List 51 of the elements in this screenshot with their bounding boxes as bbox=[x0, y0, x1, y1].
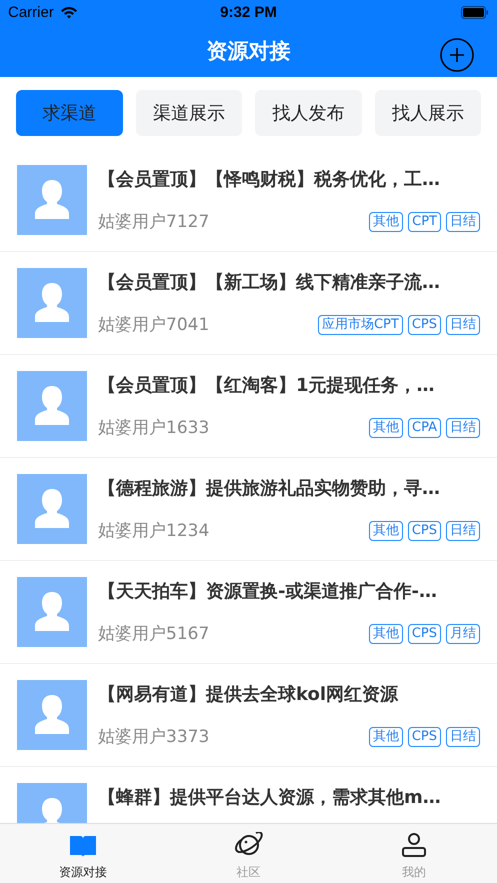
listing-title[interactable]: 【网易有道】提供去全球kol网红资源 bbox=[98, 682, 480, 706]
listing-title[interactable]: 【蜂群】提供平台达人资源，需求其他m… bbox=[98, 785, 480, 809]
avatar-icon bbox=[17, 577, 87, 647]
tag: 其他 bbox=[369, 418, 404, 438]
category-tab[interactable]: 找人展示 bbox=[374, 90, 481, 136]
tag: 月结 bbox=[446, 624, 480, 644]
avatar-icon bbox=[17, 371, 87, 441]
listing-title[interactable]: 【会员置顶】【新工场】线下精准亲子流… bbox=[98, 270, 480, 294]
listing-title[interactable]: 【天天拍车】资源置换-或渠道推广合作-… bbox=[98, 579, 480, 603]
tag: CPS bbox=[408, 624, 441, 644]
tab-bar-item[interactable]: 资源对接 bbox=[0, 824, 166, 883]
user-name: 姑婆用户5167 bbox=[98, 623, 210, 645]
add-icon[interactable] bbox=[440, 38, 474, 72]
listing-title[interactable]: 【会员置顶】【红淘客】1元提现任务，… bbox=[98, 373, 480, 397]
avatar-icon bbox=[17, 268, 87, 338]
tag: CPS bbox=[408, 726, 441, 746]
user-name: 姑婆用户1234 bbox=[98, 520, 210, 542]
status-time: 9:32 PM bbox=[220, 4, 277, 21]
tag: 其他 bbox=[369, 212, 404, 232]
tag: CPS bbox=[408, 520, 441, 540]
tag: CPS bbox=[408, 314, 441, 334]
tag: 其他 bbox=[368, 726, 403, 746]
tag: 其他 bbox=[368, 624, 403, 644]
avatar-icon bbox=[17, 165, 87, 235]
tag: 日结 bbox=[446, 520, 480, 540]
category-tab[interactable]: 渠道展示 bbox=[136, 90, 242, 136]
tag: 日结 bbox=[446, 726, 480, 746]
category-tab[interactable]: 求渠道 bbox=[16, 90, 122, 136]
battery-icon bbox=[461, 6, 489, 19]
book-icon bbox=[68, 834, 97, 858]
person-icon bbox=[401, 832, 428, 858]
tag: 日结 bbox=[446, 418, 480, 438]
user-name: 姑婆用户1633 bbox=[98, 417, 210, 439]
tag: 其他 bbox=[368, 520, 403, 540]
listing-title[interactable]: 【会员置顶】【怿鸣财税】税务优化，工… bbox=[98, 167, 480, 191]
user-name: 姑婆用户7127 bbox=[98, 211, 210, 233]
user-name: 姑婆用户3373 bbox=[98, 726, 210, 748]
planet-icon bbox=[234, 832, 262, 858]
user-name: 姑婆用户7041 bbox=[98, 314, 210, 336]
avatar-icon bbox=[17, 680, 87, 750]
tag: 应用市场CPT bbox=[318, 314, 403, 334]
wifi-icon bbox=[60, 6, 78, 19]
tag: 日结 bbox=[446, 212, 480, 232]
tag: CPA bbox=[408, 418, 441, 438]
tag: CPT bbox=[408, 212, 441, 232]
tag: 日结 bbox=[446, 314, 480, 334]
avatar-icon bbox=[17, 474, 87, 544]
listing-title[interactable]: 【德程旅游】提供旅游礼品实物赞助，寻… bbox=[98, 476, 480, 500]
carrier-label: Carrier bbox=[8, 4, 54, 21]
page-title: 资源对接 bbox=[206, 38, 290, 65]
category-tab[interactable]: 找人发布 bbox=[255, 90, 362, 136]
